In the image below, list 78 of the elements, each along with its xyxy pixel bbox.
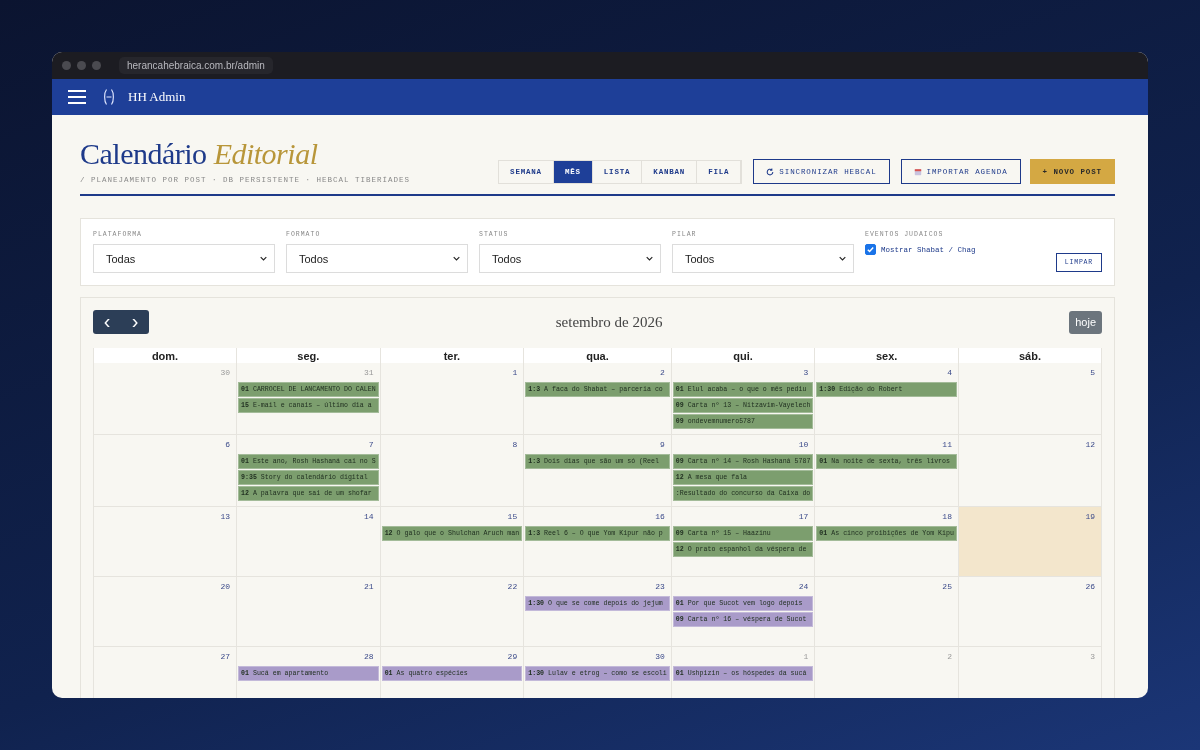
weekday-header: sáb. — [958, 348, 1102, 363]
checkbox[interactable] — [865, 244, 876, 255]
day-number: 24 — [797, 581, 810, 593]
day-cell[interactable]: 1 — [380, 363, 525, 435]
previous-button[interactable]: ‹ — [93, 310, 121, 334]
day-number: 3 — [1089, 651, 1096, 663]
day-cell[interactable]: 26 — [958, 577, 1102, 647]
chevron-down-icon — [453, 256, 460, 261]
filter-select[interactable]: Todos — [672, 244, 854, 273]
window-control-dot[interactable] — [62, 61, 71, 70]
weekday-header: ter. — [380, 348, 525, 363]
menu-icon[interactable] — [68, 90, 86, 104]
day-cell[interactable]: 5 — [958, 363, 1102, 435]
filter-select[interactable]: Todos — [479, 244, 661, 273]
day-number: 17 — [797, 511, 810, 523]
weekday-header: sex. — [815, 348, 959, 363]
day-number: 18 — [941, 511, 953, 523]
calendar-icon — [913, 167, 922, 176]
day-number: 3 — [802, 367, 810, 379]
window-control-dot[interactable] — [77, 61, 86, 70]
day-number: 30 — [219, 367, 232, 379]
weekday-header: dom. — [94, 348, 238, 363]
today-button[interactable]: hoje — [1069, 310, 1102, 334]
day-number: 13 — [219, 511, 232, 523]
day-number: 22 — [506, 581, 519, 593]
day-number: 14 — [363, 511, 375, 523]
day-number: 9 — [658, 439, 666, 451]
logo-icon — [104, 88, 114, 106]
page-title: Calendário Editorial — [80, 137, 319, 170]
day-number: 27 — [219, 651, 232, 663]
day-number: 19 — [1084, 511, 1096, 523]
day-number: 15 — [506, 511, 519, 523]
day-number: 2 — [946, 651, 953, 663]
day-number: 5 — [1089, 367, 1096, 379]
weekday-header: qua. — [524, 348, 672, 363]
refresh-icon — [766, 167, 775, 176]
day-number: 26 — [1084, 581, 1096, 593]
day-number: 1 — [802, 651, 810, 663]
day-number: 20 — [219, 581, 232, 593]
day-number: 23 — [654, 581, 666, 593]
day-cell[interactable]: 8 — [380, 435, 525, 507]
day-number: 30 — [654, 651, 666, 663]
day-number: 12 — [1084, 439, 1096, 451]
day-cell[interactable]: 25 — [815, 577, 959, 647]
day-number: 25 — [941, 581, 953, 593]
day-number: 31 — [363, 367, 375, 379]
day-cell[interactable]: 6 — [94, 435, 238, 507]
day-number: 11 — [941, 439, 953, 451]
day-number: 10 — [797, 439, 810, 451]
filter-select[interactable]: Todos — [286, 244, 468, 273]
day-number: 8 — [511, 439, 519, 451]
chevron-down-icon — [839, 256, 846, 261]
day-number: 7 — [367, 439, 375, 451]
filter-select[interactable]: Todas — [93, 244, 275, 273]
day-number: 6 — [224, 439, 232, 451]
chevron-down-icon — [646, 256, 653, 261]
day-number: 4 — [946, 367, 953, 379]
day-cell[interactable]: 22 — [380, 577, 525, 647]
day-cell[interactable]: 19 — [958, 507, 1102, 577]
app-title: HH Admin — [128, 89, 186, 105]
chevron-down-icon — [260, 256, 267, 261]
weekday-header: qui. — [671, 348, 816, 363]
day-number: 2 — [658, 367, 666, 379]
day-number: 29 — [506, 651, 519, 663]
day-cell[interactable]: 21 — [237, 577, 381, 647]
day-cell[interactable]: 14 — [237, 507, 381, 577]
day-cell[interactable]: 12 — [958, 435, 1102, 507]
day-cell[interactable]: 13 — [94, 507, 238, 577]
day-number: 16 — [654, 511, 666, 523]
window-control-dot[interactable] — [92, 61, 101, 70]
weekday-header: seg. — [237, 348, 381, 363]
day-number: 21 — [363, 581, 375, 593]
address-bar[interactable]: herancahebraica.com.br/admin — [119, 57, 273, 74]
day-cell[interactable]: 20 — [94, 577, 238, 647]
next-button[interactable]: › — [121, 310, 149, 334]
day-number: 1 — [511, 367, 519, 379]
month-title: setembro de 2026 — [555, 313, 663, 331]
day-number: 28 — [363, 651, 375, 663]
